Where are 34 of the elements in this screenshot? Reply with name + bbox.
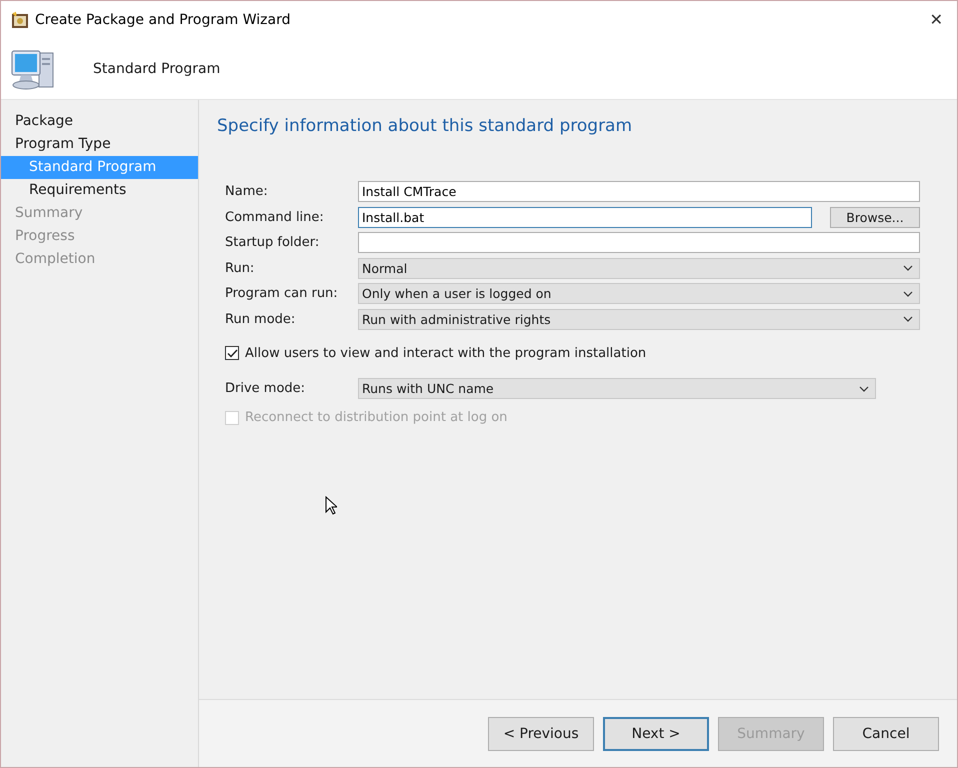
- dropdown[interactable]: Run with administrative rights: [358, 308, 920, 330]
- checkbox-label: Reconnect to distribution point at log on: [245, 410, 508, 425]
- input-field[interactable]: [358, 232, 920, 253]
- field-label: Command line:: [225, 210, 325, 224]
- wizard-button[interactable]: < Previous: [488, 716, 594, 750]
- sidebar-item[interactable]: Requirements: [1, 179, 198, 202]
- input-field[interactable]: Install.bat: [358, 206, 812, 228]
- close-button[interactable]: ✕: [926, 10, 947, 29]
- dropdown[interactable]: Runs with UNC name: [358, 378, 876, 399]
- wizard-button[interactable]: Next >: [603, 716, 709, 750]
- window-title: Create Package and Program Wizard: [35, 12, 292, 28]
- field-label: Program can run:: [225, 286, 339, 301]
- page-title: Standard Program: [93, 60, 220, 76]
- dropdown[interactable]: Only when a user is logged on: [358, 283, 920, 304]
- field-label: Name:: [225, 184, 269, 199]
- chevron-down-icon: [903, 290, 913, 296]
- wizard-button[interactable]: Cancel: [833, 716, 939, 750]
- checkbox-label: Allow users to view and interact with the program installation: [245, 346, 646, 360]
- package-icon: [11, 10, 29, 28]
- input-field[interactable]: Install CMTrace: [358, 181, 920, 202]
- field-label: Run mode:: [225, 312, 296, 326]
- mouse-pointer-icon: [325, 496, 337, 515]
- sidebar-item[interactable]: Package: [1, 110, 198, 133]
- browse-button[interactable]: Browse...: [830, 206, 920, 228]
- field-label: Startup folder:: [225, 235, 320, 250]
- dropdown[interactable]: Normal: [358, 258, 920, 278]
- section-heading: Specify information about this standard program: [217, 116, 634, 136]
- field-label: Drive mode:: [225, 381, 306, 396]
- chevron-down-icon: [903, 316, 913, 322]
- checkbox[interactable]: [225, 346, 239, 360]
- chevron-down-icon: [859, 386, 869, 392]
- sidebar-item[interactable]: Program Type: [1, 133, 198, 156]
- chevron-down-icon: [903, 265, 913, 271]
- field-label: Run:: [225, 260, 256, 276]
